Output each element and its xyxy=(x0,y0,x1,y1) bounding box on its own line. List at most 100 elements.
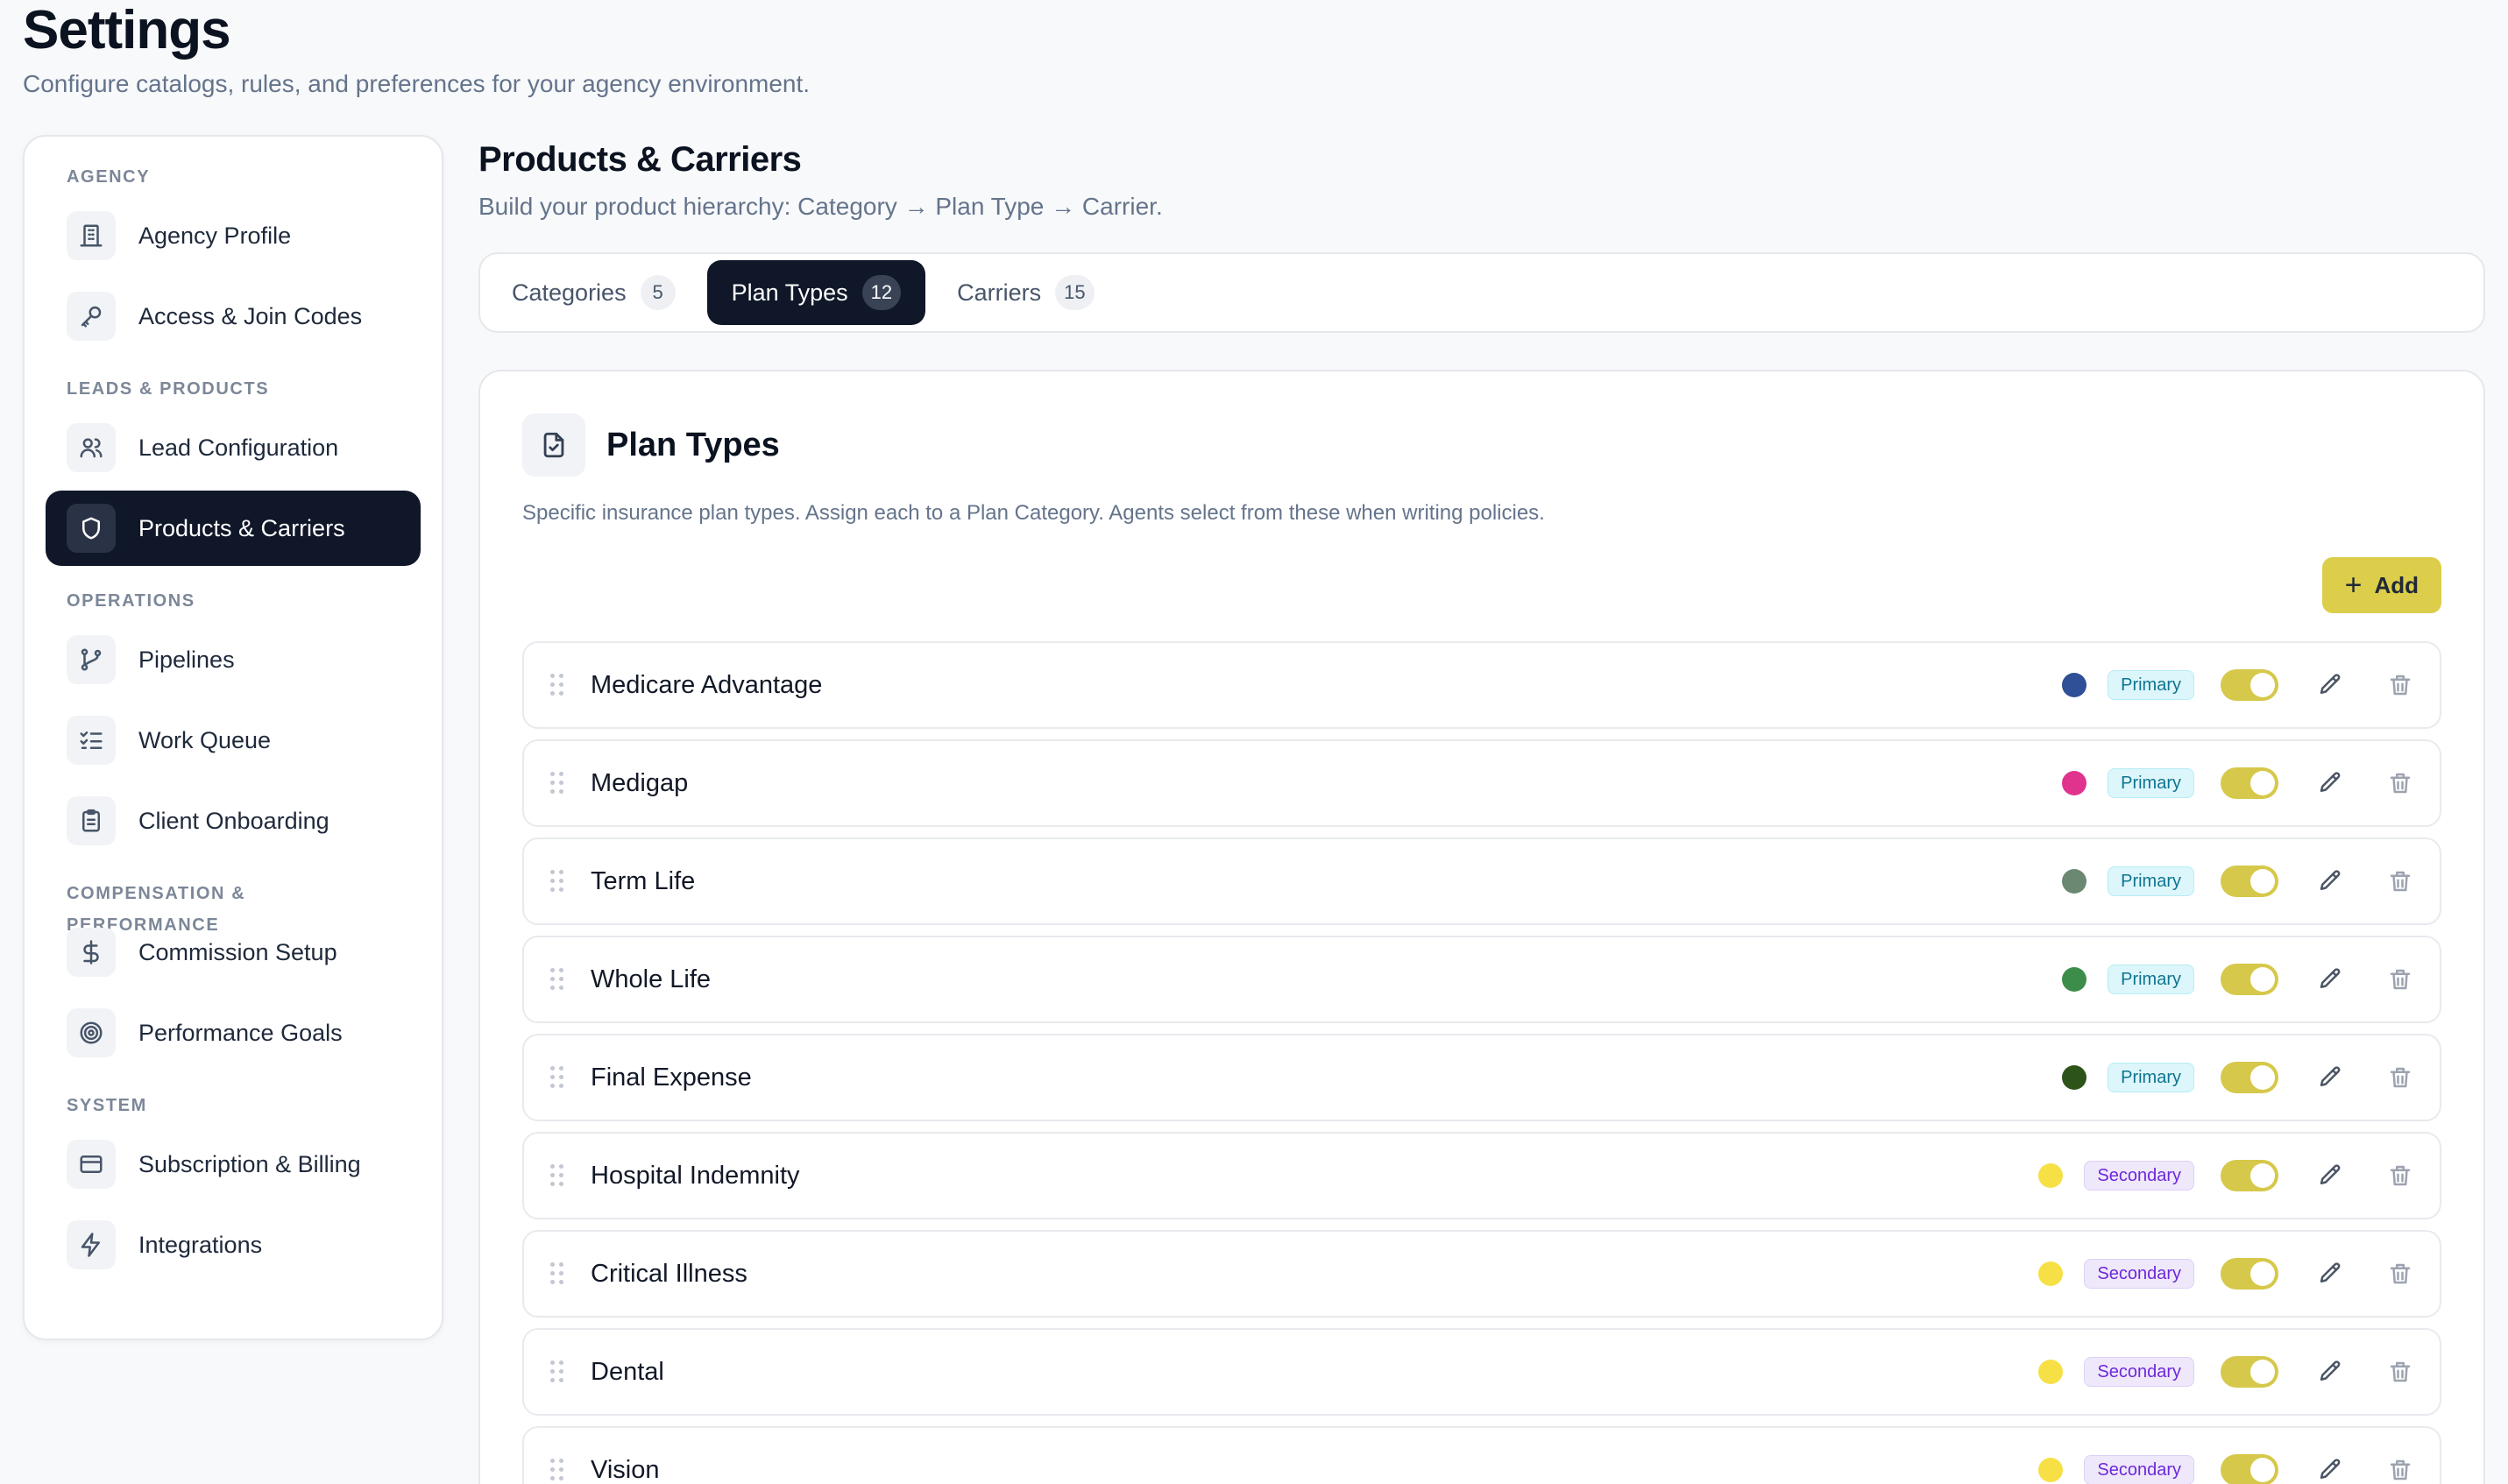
tab-plan-types[interactable]: Plan Types 12 xyxy=(706,260,926,325)
sidebar-item-client-onboarding[interactable]: Client Onboarding xyxy=(46,783,421,859)
sidebar-item-access-join-codes[interactable]: Access & Join Codes xyxy=(46,279,421,354)
drag-handle-icon[interactable] xyxy=(550,1262,564,1285)
sidebar-item-agency-profile[interactable]: Agency Profile xyxy=(46,198,421,273)
drag-handle-icon[interactable] xyxy=(550,1164,564,1187)
tier-badge: Primary xyxy=(2108,670,2194,700)
color-swatch[interactable] xyxy=(2038,1163,2064,1188)
sidebar-item-products-carriers[interactable]: Products & Carriers xyxy=(46,491,421,566)
tier-badge: Primary xyxy=(2108,1063,2194,1092)
enabled-toggle[interactable] xyxy=(2221,767,2278,799)
tab-count-badge: 5 xyxy=(640,275,676,310)
delete-button[interactable] xyxy=(2382,667,2419,703)
enabled-toggle[interactable] xyxy=(2221,1356,2278,1388)
delete-button[interactable] xyxy=(2382,1353,2419,1390)
color-swatch[interactable] xyxy=(2062,967,2087,992)
color-swatch[interactable] xyxy=(2062,771,2087,795)
edit-button[interactable] xyxy=(2312,1157,2349,1194)
drag-handle-icon[interactable] xyxy=(550,1459,564,1481)
toggle-knob xyxy=(2250,869,2275,894)
sidebar-item-subscription-billing[interactable]: Subscription & Billing xyxy=(46,1127,421,1202)
plan-type-row: Dental Secondary xyxy=(522,1328,2441,1416)
trash-icon xyxy=(2390,871,2411,892)
enabled-toggle[interactable] xyxy=(2221,1062,2278,1093)
edit-button[interactable] xyxy=(2312,667,2349,703)
delete-button[interactable] xyxy=(2382,961,2419,998)
add-plan-type-button[interactable]: + Add xyxy=(2321,557,2441,613)
edit-button[interactable] xyxy=(2312,961,2349,998)
clipboard-icon xyxy=(67,796,116,845)
dollar-icon xyxy=(67,928,116,977)
sidebar-item-performance-goals[interactable]: Performance Goals xyxy=(46,995,421,1071)
drag-handle-icon[interactable] xyxy=(550,674,564,696)
nav-section-label: OPERATIONS xyxy=(67,591,195,611)
tier-badge: Secondary xyxy=(2084,1161,2194,1191)
tab-categories[interactable]: Categories 5 xyxy=(487,260,700,325)
trash-icon xyxy=(2390,1263,2411,1284)
tab-label: Plan Types xyxy=(731,279,848,306)
trash-icon xyxy=(2390,1361,2411,1382)
drag-handle-icon[interactable] xyxy=(550,1066,564,1089)
panel-description: Specific insurance plan types. Assign ea… xyxy=(522,501,1545,525)
page-subtitle: Configure catalogs, rules, and preferenc… xyxy=(23,70,811,97)
delete-button[interactable] xyxy=(2382,1059,2419,1096)
plan-type-row: Whole Life Primary xyxy=(522,936,2441,1023)
enabled-toggle[interactable] xyxy=(2221,669,2278,701)
sidebar-item-pipelines[interactable]: Pipelines xyxy=(46,622,421,697)
color-swatch[interactable] xyxy=(2038,1458,2064,1482)
drag-handle-icon[interactable] xyxy=(550,1360,564,1383)
enabled-toggle[interactable] xyxy=(2221,1258,2278,1290)
delete-button[interactable] xyxy=(2382,1255,2419,1292)
settings-sidebar: AGENCY Agency Profile Access & Join Code… xyxy=(23,135,443,1340)
tab-bar: Categories 5 Plan Types 12 Carriers 15 xyxy=(478,252,2485,333)
toggle-knob xyxy=(2250,967,2275,992)
edit-button[interactable] xyxy=(2312,863,2349,900)
color-swatch[interactable] xyxy=(2038,1261,2064,1286)
delete-button[interactable] xyxy=(2382,863,2419,900)
trash-icon xyxy=(2390,1067,2411,1088)
enabled-toggle[interactable] xyxy=(2221,1160,2278,1191)
sidebar-item-integrations[interactable]: Integrations xyxy=(46,1207,421,1283)
plus-icon: + xyxy=(2344,569,2363,602)
users-icon xyxy=(67,423,116,472)
drag-handle-icon[interactable] xyxy=(550,870,564,893)
delete-button[interactable] xyxy=(2382,1157,2419,1194)
color-swatch[interactable] xyxy=(2062,673,2087,697)
drag-handle-icon[interactable] xyxy=(550,968,564,991)
edit-button[interactable] xyxy=(2312,765,2349,802)
toggle-knob xyxy=(2250,771,2275,795)
toggle-knob xyxy=(2250,673,2275,697)
delete-button[interactable] xyxy=(2382,1452,2419,1484)
toggle-knob xyxy=(2250,1458,2275,1482)
sidebar-item-label: Lead Configuration xyxy=(138,434,339,461)
sidebar-item-label: Performance Goals xyxy=(138,1019,343,1046)
nav-section-label: AGENCY xyxy=(67,167,151,187)
drag-handle-icon[interactable] xyxy=(550,772,564,795)
edit-button[interactable] xyxy=(2312,1059,2349,1096)
sidebar-item-work-queue[interactable]: Work Queue xyxy=(46,703,421,778)
file-check-icon xyxy=(522,413,585,477)
enabled-toggle[interactable] xyxy=(2221,964,2278,995)
edit-button[interactable] xyxy=(2312,1452,2349,1484)
tab-count-badge: 15 xyxy=(1055,275,1095,310)
plan-type-name: Medicare Advantage xyxy=(591,670,823,699)
enabled-toggle[interactable] xyxy=(2221,866,2278,897)
page-title: Settings xyxy=(23,0,231,60)
sidebar-item-lead-configuration[interactable]: Lead Configuration xyxy=(46,410,421,485)
plan-type-row: Hospital Indemnity Secondary xyxy=(522,1132,2441,1219)
tier-badge: Primary xyxy=(2108,965,2194,994)
edit-button[interactable] xyxy=(2312,1255,2349,1292)
color-swatch[interactable] xyxy=(2062,1065,2087,1090)
delete-button[interactable] xyxy=(2382,765,2419,802)
pencil-icon xyxy=(2320,1066,2341,1086)
nav-section-label: COMPENSATION & PERFORMANCE xyxy=(67,884,246,935)
pencil-icon xyxy=(2320,1360,2341,1381)
tab-carriers[interactable]: Carriers 15 xyxy=(932,260,1119,325)
sidebar-item-label: Agency Profile xyxy=(138,222,292,249)
color-swatch[interactable] xyxy=(2062,869,2087,894)
bolt-icon xyxy=(67,1220,116,1269)
edit-button[interactable] xyxy=(2312,1353,2349,1390)
plan-type-name: Final Expense xyxy=(591,1063,752,1092)
color-swatch[interactable] xyxy=(2038,1360,2064,1384)
enabled-toggle[interactable] xyxy=(2221,1454,2278,1484)
plan-type-list: Medicare Advantage Primary Medigap Prima… xyxy=(522,641,2441,1484)
